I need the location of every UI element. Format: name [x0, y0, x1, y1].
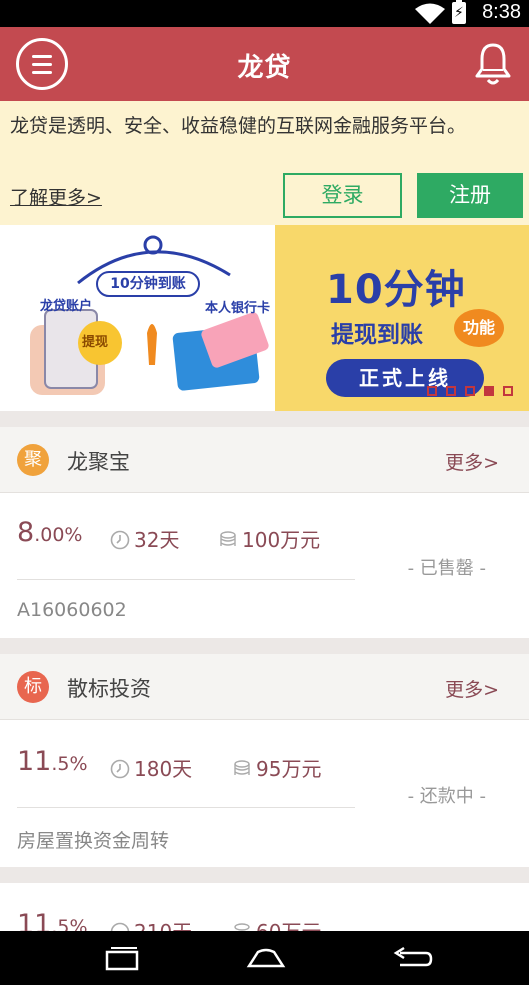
section-header: 聚 龙聚宝 更多>	[0, 427, 529, 493]
carousel-dot-active[interactable]	[484, 386, 494, 396]
wifi-icon	[415, 3, 445, 24]
more-link[interactable]: 更多>	[445, 448, 499, 475]
section-sanbiao: 标 散标投资 更多> 11.5% 180天 95万元 - 还款中 - 房屋置换资…	[0, 654, 529, 867]
banner-card-label: 本人银行卡	[205, 301, 271, 316]
amount-field: 95万元	[232, 753, 321, 782]
banner-launch-pill: 正式上线	[326, 359, 484, 397]
section-badge: 标	[17, 671, 49, 703]
coins-icon	[220, 531, 236, 546]
coins-icon	[234, 923, 250, 931]
section-title: 龙聚宝	[67, 450, 130, 474]
recent-apps-icon[interactable]	[102, 945, 140, 971]
section-title: 散标投资	[67, 677, 151, 701]
interest-rate: 8.00%	[17, 517, 83, 548]
banner-flow-label: 10分钟到账	[96, 271, 200, 297]
login-button[interactable]: 登录	[283, 173, 402, 218]
intro-text: 龙贷是透明、安全、收益稳健的互联网金融服务平台。	[10, 115, 467, 137]
battery-icon: ⚡	[452, 0, 466, 24]
status-bar: ⚡ 8:38	[0, 0, 529, 27]
amount-field: 100万元	[218, 524, 320, 553]
promo-banner[interactable]: 10分钟到账 龙贷账户 本人银行卡 提现 10分钟 提现到账 功能 正式上线	[0, 225, 529, 411]
clock: 8:38	[482, 1, 521, 23]
system-nav-bar	[0, 931, 529, 985]
product-code: A16060602	[17, 599, 127, 621]
banner-account-label: 龙贷账户	[40, 299, 93, 314]
interest-rate: 11.5%	[17, 746, 88, 777]
product-item[interactable]: 8.00% 32天 100万元 - 已售罄 - A16060602	[0, 493, 529, 638]
more-link[interactable]: 更多>	[445, 675, 499, 702]
banner-illustration	[30, 235, 269, 395]
divider	[17, 579, 355, 580]
section-header: 标 散标投资 更多>	[0, 654, 529, 720]
carousel-dot[interactable]	[465, 386, 475, 396]
intro-notice: 龙贷是透明、安全、收益稳健的互联网金融服务平台。 了解更多> 登录 注册	[0, 101, 529, 225]
section-longjubao: 聚 龙聚宝 更多> 8.00% 32天 100万元 - 已售罄 - A16060…	[0, 427, 529, 638]
product-item[interactable]: 11.5% 180天 95万元 - 还款中 - 房屋置换资金周转	[0, 720, 529, 867]
home-icon[interactable]	[246, 947, 286, 969]
interest-rate: 11.5%	[17, 909, 88, 931]
divider	[17, 807, 355, 808]
banner-withdraw-tag: 提现	[82, 335, 109, 350]
status-label: - 已售罄 -	[407, 558, 486, 579]
term-field: 32天	[110, 524, 179, 553]
carousel-dot[interactable]	[427, 386, 437, 396]
page-title: 龙贷	[237, 53, 292, 83]
carousel-dot[interactable]	[503, 386, 513, 396]
clock-icon	[110, 759, 130, 779]
term-field: 180天	[110, 753, 192, 782]
coins-icon	[234, 760, 250, 775]
banner-subheadline: 提现到账	[331, 322, 423, 348]
bell-icon[interactable]	[473, 41, 513, 87]
clock-icon	[110, 922, 130, 931]
term-field: 210天	[110, 916, 192, 931]
product-item-partial[interactable]: 11.5% 210天 60万元	[0, 883, 529, 931]
status-label: - 还款中 -	[407, 786, 486, 807]
app-header: 龙贷	[0, 27, 529, 101]
section-badge: 聚	[17, 444, 49, 476]
amount-field: 60万元	[232, 916, 321, 931]
back-icon[interactable]	[390, 945, 434, 971]
clock-icon	[110, 530, 130, 550]
learn-more-link[interactable]: 了解更多>	[10, 183, 102, 210]
register-button[interactable]: 注册	[417, 173, 523, 218]
product-name: 房屋置换资金周转	[17, 830, 170, 852]
carousel-dot[interactable]	[446, 386, 456, 396]
banner-headline: 10分钟	[326, 267, 466, 313]
banner-feature-tag: 功能	[454, 309, 504, 347]
